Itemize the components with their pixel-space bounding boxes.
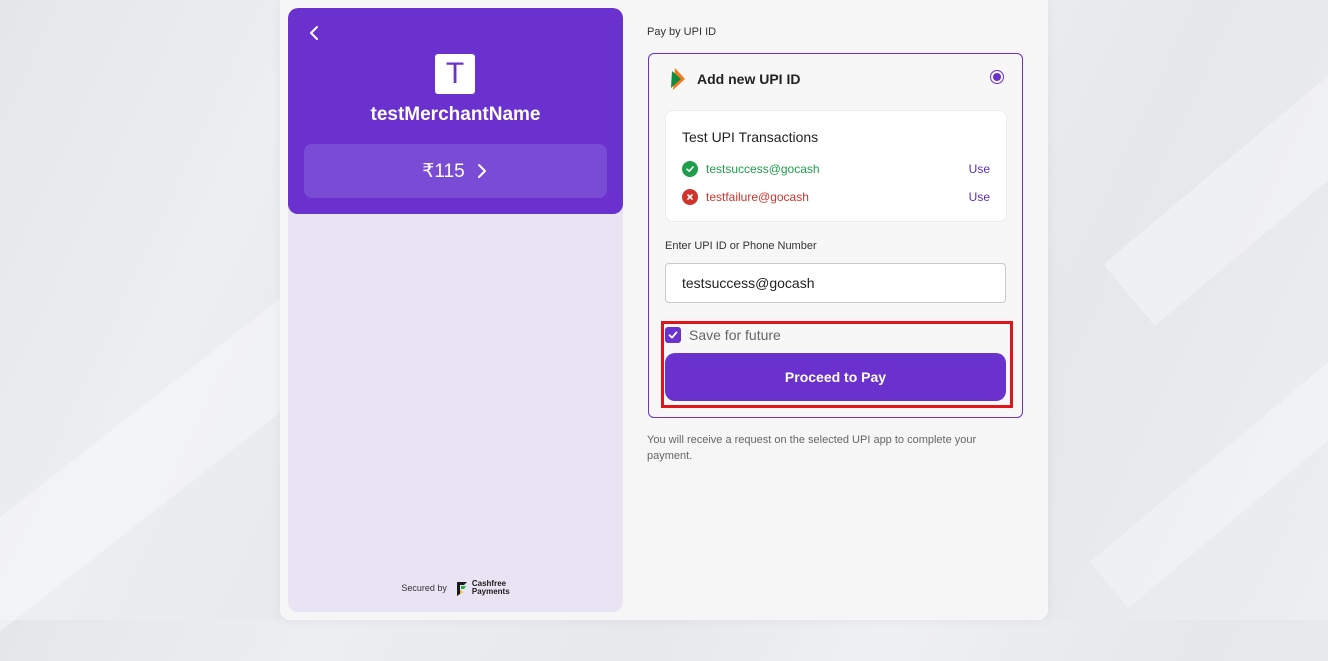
upi-option-card: Add new UPI ID Test UPI Transactions tes… <box>648 53 1023 418</box>
back-button[interactable] <box>304 22 326 44</box>
test-vpa-failure: testfailure@gocash <box>706 190 809 204</box>
test-vpa-success: testsuccess@gocash <box>706 162 820 176</box>
test-upi-box: Test UPI Transactions testsuccess@gocash… <box>665 110 1007 222</box>
chevron-left-icon <box>310 26 318 40</box>
save-for-future-checkbox[interactable]: Save for future <box>665 327 781 343</box>
upi-option-radio[interactable] <box>990 70 1004 84</box>
cashfree-mark-icon <box>456 582 467 596</box>
save-for-future-label: Save for future <box>689 327 781 343</box>
upi-logo-icon <box>671 68 685 90</box>
cashfree-brand-line2: Payments <box>471 587 510 596</box>
merchant-logo: T <box>435 54 475 94</box>
upi-option-title: Add new UPI ID <box>697 71 801 87</box>
chevron-right-icon <box>477 164 486 178</box>
amount-button[interactable]: ₹115 <box>304 144 607 198</box>
secured-by-footer: Secured by Cashfree Payments <box>288 580 623 596</box>
error-circle-icon <box>682 189 698 205</box>
amount-value: ₹115 <box>422 160 465 182</box>
test-upi-row-failure: testfailure@gocash Use <box>682 188 990 206</box>
merchant-header: T testMerchantName ₹115 <box>288 8 623 214</box>
upi-request-note: You will receive a request on the select… <box>647 434 977 462</box>
proceed-to-pay-button[interactable]: Proceed to Pay <box>665 353 1006 401</box>
upi-input-label: Enter UPI ID or Phone Number <box>665 240 817 252</box>
check-circle-icon <box>682 161 698 177</box>
order-summary-panel: T testMerchantName ₹115 Secured by Cashf… <box>288 8 623 612</box>
secured-by-label: Secured by <box>401 583 447 593</box>
background-stripe <box>1089 292 1328 608</box>
checkbox-checked-icon <box>665 327 681 343</box>
use-success-link[interactable]: Use <box>969 162 990 176</box>
checkout-card: T testMerchantName ₹115 Secured by Cashf… <box>280 0 1048 620</box>
background-stripe <box>1103 0 1328 326</box>
test-upi-title: Test UPI Transactions <box>682 129 819 145</box>
upi-id-input[interactable] <box>665 263 1006 303</box>
test-upi-row-success: testsuccess@gocash Use <box>682 160 990 178</box>
cashfree-logo: Cashfree Payments <box>455 580 510 596</box>
merchant-name: testMerchantName <box>370 104 541 125</box>
use-failure-link[interactable]: Use <box>969 190 990 204</box>
radio-selected-dot <box>993 73 1001 81</box>
payment-panel: Pay by UPI ID Add new UPI ID Test UPI Tr… <box>647 0 1023 620</box>
section-title: Pay by UPI ID <box>647 26 717 38</box>
